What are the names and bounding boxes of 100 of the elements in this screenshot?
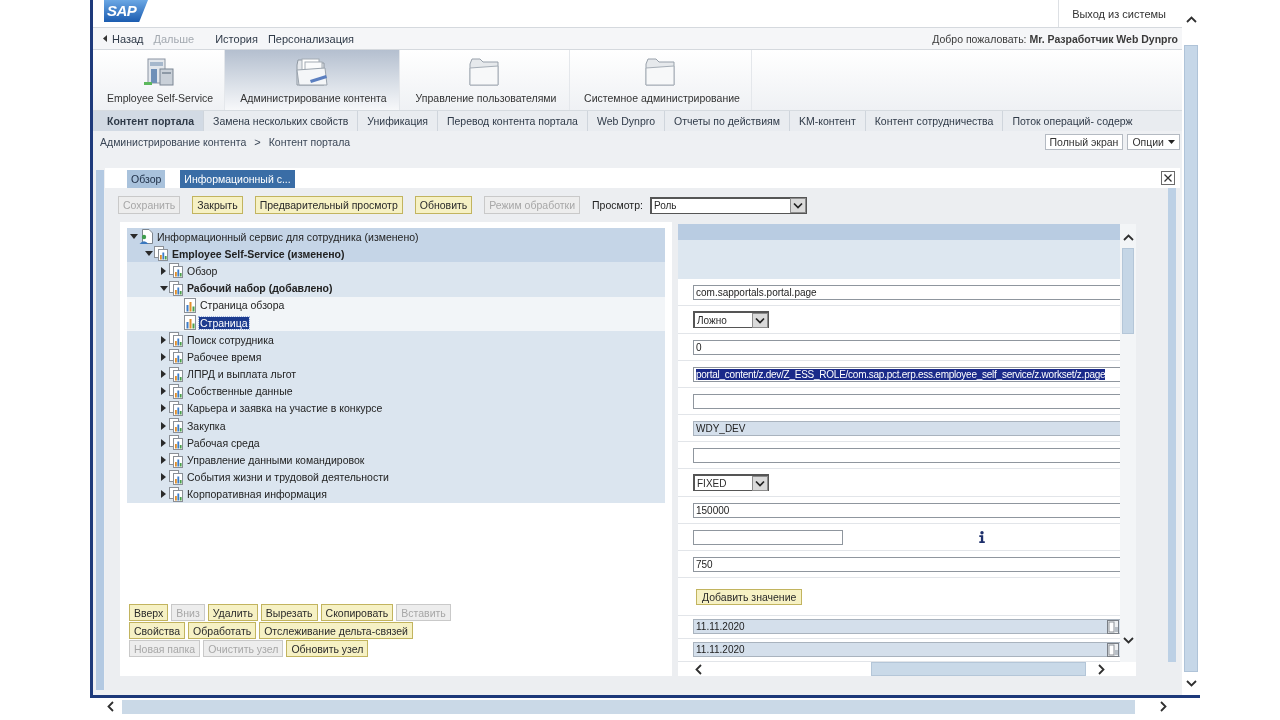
tree-action-button[interactable]: Обработать (188, 622, 257, 639)
chevron-left-icon[interactable] (695, 663, 702, 675)
chevron-up-icon[interactable] (1122, 234, 1134, 241)
triangle-right-icon[interactable] (161, 404, 166, 413)
scrollbar-thumb[interactable] (871, 662, 1086, 676)
folder-icon (644, 58, 677, 86)
triangle-right-icon[interactable] (161, 456, 166, 465)
triangle-right-icon[interactable] (161, 387, 166, 396)
triangle-right-icon[interactable] (161, 490, 166, 499)
triangle-right-icon[interactable] (161, 473, 166, 482)
toolbar-button[interactable]: Закрыть (192, 196, 243, 214)
close-icon[interactable] (1161, 171, 1175, 185)
triangle-right-icon[interactable] (161, 438, 166, 447)
folder-documents-icon (296, 58, 328, 86)
vertical-scrollbar[interactable] (1168, 188, 1176, 662)
calendar-icon[interactable] (1107, 642, 1119, 657)
info-icon (979, 531, 985, 543)
scrollbar-thumb[interactable] (1184, 45, 1198, 672)
nav-link[interactable]: История (215, 32, 258, 45)
view-label: Просмотр: (592, 199, 643, 211)
nav-link[interactable]: Персонализация (267, 32, 355, 45)
dropdown[interactable]: Роль (649, 196, 807, 214)
tree-item[interactable]: Поиск сотрудника (127, 331, 665, 349)
scrollbar-thumb[interactable] (122, 699, 1135, 714)
toolbar-button[interactable]: Предварительный просмотр (254, 196, 403, 214)
breadcrumb-link[interactable]: Администрирование контента (100, 135, 247, 148)
sub-nav-tab[interactable]: Контент портала (93, 111, 205, 131)
tree-item[interactable]: Закупка (127, 417, 665, 435)
documents-icon (154, 246, 168, 262)
chevron-left-icon[interactable] (107, 701, 114, 712)
tree-action-button[interactable]: Вырезать (260, 604, 318, 621)
chevron-right-icon[interactable] (1098, 663, 1105, 675)
breadcrumb-separator: > (254, 135, 261, 148)
documents-icon (169, 280, 183, 296)
text-field[interactable]: com.sapportals.portal.page (693, 284, 1120, 300)
sub-nav-tab[interactable]: Поток операций- содерж (1003, 111, 1142, 131)
text-field[interactable] (693, 529, 843, 545)
triangle-down-icon[interactable] (144, 251, 153, 257)
triangle-right-icon[interactable] (161, 421, 166, 430)
text-field[interactable]: 750 (693, 556, 1120, 572)
tree-action-button[interactable]: Свойства (129, 622, 186, 639)
breadcrumb-link[interactable]: Контент портала (268, 135, 351, 148)
welcome-text: Добро пожаловать: Mr. Разработчик Web Dynpro (932, 32, 1179, 45)
back-triangle-icon (103, 35, 107, 42)
chevron-down-icon[interactable] (1185, 680, 1197, 687)
tree-action-button[interactable]: Удалить (207, 604, 258, 621)
top-nav-tab[interactable]: Системное администрирование (570, 50, 752, 110)
triangle-right-icon[interactable] (161, 266, 166, 275)
top-nav-tab[interactable]: Employee Self-Service (93, 50, 225, 110)
triangle-down-icon[interactable] (129, 234, 138, 240)
tree-item[interactable]: Информационный сервис для сотрудника (изменено) (127, 228, 665, 246)
folder-icon (468, 58, 501, 86)
building-icon (142, 58, 175, 86)
document-person-icon (139, 229, 153, 245)
top-nav-tab[interactable]: Управление пользователями (400, 50, 570, 110)
tree-action-button[interactable]: Отслеживание дельта-связей (259, 622, 413, 639)
calendar-icon[interactable] (1107, 619, 1119, 634)
tree-item[interactable]: Рабочее время (127, 348, 665, 366)
scrollbar-thumb[interactable] (1122, 248, 1134, 334)
dropdown[interactable]: Ложно (693, 311, 769, 328)
menu-button[interactable]: Опции (1127, 133, 1180, 150)
date-field[interactable]: 11.11.2020 (693, 642, 1120, 657)
text-field[interactable]: WDY_DEV (693, 420, 1120, 436)
add-value-button[interactable]: Добавить значение (696, 588, 803, 605)
chevron-up-icon[interactable] (1185, 16, 1197, 23)
text-field[interactable]: portal_content/z.dev/Z_ESS_ROLE/com.sap.pct.erp.ess.employee_self_service/z.workset/z.page (693, 366, 1120, 382)
tree-action-button[interactable]: Скопировать (320, 604, 394, 621)
text-field[interactable]: 150000 (693, 502, 1120, 518)
tree-item[interactable]: Рабочая среда (127, 434, 665, 452)
documents-icon (169, 263, 183, 279)
tree-item[interactable]: Обзор (127, 262, 665, 280)
tree-item[interactable]: Управление данными командировок (127, 451, 665, 469)
editor-tab[interactable]: Информационный с... (180, 170, 295, 188)
vertical-scrollbar[interactable] (1120, 224, 1136, 662)
text-field[interactable] (693, 393, 1120, 409)
dropdown[interactable]: FIXED (693, 474, 769, 491)
documents-icon (169, 469, 183, 485)
triangle-right-icon[interactable] (161, 352, 166, 361)
documents-icon (169, 418, 183, 434)
text-field[interactable]: 0 (693, 339, 1120, 355)
documents-icon (169, 435, 183, 451)
tree-item[interactable]: Employee Self-Service (изменено) (127, 245, 665, 263)
logout-link[interactable]: Выход из системы (1072, 7, 1166, 20)
triangle-right-icon[interactable] (161, 370, 166, 379)
top-nav-tab[interactable]: Администрирование контента (225, 50, 400, 110)
back-link[interactable]: Назад (103, 32, 144, 45)
triangle-down-icon[interactable] (159, 285, 168, 291)
editor-tab[interactable]: Обзор (127, 170, 166, 188)
triangle-right-icon[interactable] (161, 335, 166, 344)
caret-down-icon (1168, 139, 1175, 144)
documents-icon (169, 400, 183, 416)
text-field[interactable] (693, 447, 1120, 463)
page-button[interactable]: Полный экран (1044, 133, 1124, 150)
chevron-right-icon[interactable] (1160, 701, 1167, 712)
chevron-down-icon[interactable] (1122, 637, 1134, 644)
tree-action-button[interactable]: Обновить узел (286, 640, 369, 657)
document-chart-icon (184, 315, 196, 331)
date-field[interactable]: 11.11.2020 (693, 619, 1120, 634)
toolbar-button[interactable]: Обновить (414, 196, 473, 214)
tree-action-button[interactable]: Вверх (129, 604, 169, 621)
